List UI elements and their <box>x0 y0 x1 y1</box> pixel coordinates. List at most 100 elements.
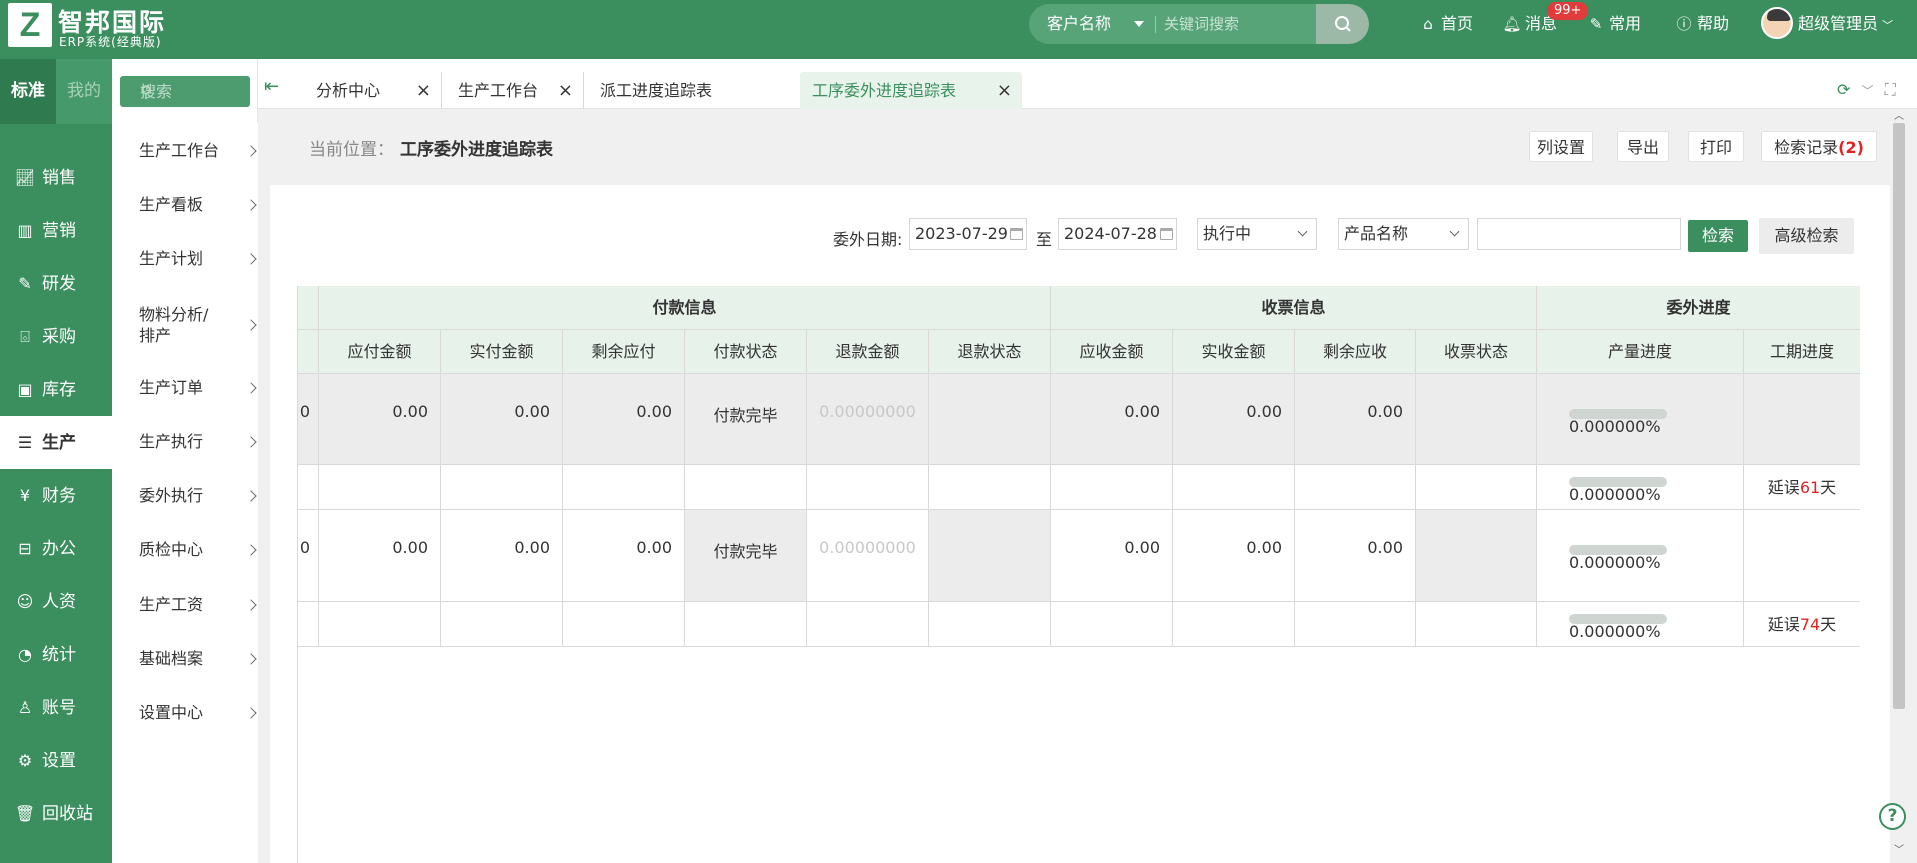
submenu-item[interactable]: 委外执行 <box>139 485 257 506</box>
avatar[interactable] <box>1761 7 1793 39</box>
col-header-paid[interactable]: 实付金额 <box>441 330 563 374</box>
briefcase-icon: ⊟ <box>18 539 32 558</box>
search-button[interactable] <box>1316 4 1369 44</box>
status-value: 执行中 <box>1203 224 1252 243</box>
scrollbar-thumb[interactable] <box>1893 123 1905 709</box>
chevron-down-icon[interactable]: ﹀ <box>1862 84 1874 98</box>
chevron-down-icon <box>1297 226 1308 237</box>
col-header-refund-amount[interactable]: 退款金额 <box>807 330 929 374</box>
sidebar-item-finance[interactable]: ¥ 财务 <box>0 469 112 522</box>
sidebar-item-purchase[interactable]: ⌺ 采购 <box>0 310 112 363</box>
field-select[interactable]: 产品名称 <box>1338 218 1469 250</box>
table-cell <box>563 465 685 510</box>
search-scope-select[interactable]: 客户名称 <box>1047 4 1111 44</box>
close-icon[interactable]: × <box>416 72 431 109</box>
to-label: 至 <box>1036 230 1053 249</box>
submenu-search[interactable]: ⚲ 搜索 <box>120 76 250 107</box>
chevron-down-icon[interactable] <box>1134 21 1144 27</box>
sidebar-item-office[interactable]: ⊟ 办公 <box>0 522 112 575</box>
submenu-item[interactable]: 生产订单 <box>139 377 257 398</box>
tab-production-workbench[interactable]: 生产工作台 × <box>442 72 584 109</box>
chevron-up-icon[interactable]: ︿ <box>1894 107 1904 122</box>
quantity-progress-cell: 0.000000% <box>1537 465 1744 510</box>
search-button[interactable]: 检索 <box>1688 220 1748 252</box>
fullscreen-icon[interactable]: ⛶ <box>1885 80 1896 99</box>
table-cell: 付款完毕 <box>685 510 807 602</box>
submenu-item[interactable]: 设置中心 <box>139 702 257 723</box>
table-cell <box>1416 374 1537 465</box>
sidebar-item-label: 财务 <box>42 486 76 506</box>
collapse-menu-icon[interactable]: ⇤ <box>264 76 279 97</box>
group-header-progress: 委外进度 <box>1537 286 1860 330</box>
home-icon: ⌂ <box>1423 15 1433 33</box>
home-link[interactable]: ⌂ 首页 <box>1418 0 1473 48</box>
col-header-remaining-payable[interactable]: 剩余应付 <box>563 330 685 374</box>
submenu-item[interactable]: 生产计划 <box>139 248 257 269</box>
sidebar-item-hr[interactable]: ☺ 人资 <box>0 575 112 628</box>
export-button[interactable]: 导出 <box>1617 131 1669 162</box>
submenu-item[interactable]: 生产看板 <box>139 194 257 215</box>
submenu-item[interactable]: 生产工作台 <box>139 140 257 161</box>
submenu-item-label: 生产看板 <box>139 195 204 214</box>
keyword-input[interactable] <box>1477 218 1681 250</box>
col-header-receivable[interactable]: 应收金额 <box>1051 330 1173 374</box>
table-cell <box>1051 465 1173 510</box>
close-icon[interactable]: × <box>558 72 573 109</box>
favorites-link[interactable]: ✎ 常用 <box>1586 0 1641 48</box>
sidebar-item-label: 营销 <box>42 221 76 241</box>
tab-label: 分析中心 <box>316 81 381 100</box>
submenu-item[interactable]: 基础档案 <box>139 648 257 669</box>
search-history-button[interactable]: 检索记录(2) <box>1761 131 1877 162</box>
close-icon[interactable]: × <box>997 72 1012 109</box>
submenu-item[interactable]: 生产执行 <box>139 431 257 452</box>
basket-icon: ⌺ <box>20 327 30 346</box>
submenu-item[interactable]: 生产工资 <box>139 594 257 615</box>
chevron-right-icon <box>245 489 257 502</box>
tab-standard[interactable]: 标准 <box>0 59 56 124</box>
col-header-schedule-progress[interactable]: 工期进度 <box>1744 330 1860 374</box>
print-button[interactable]: 打印 <box>1688 131 1744 162</box>
breadcrumb-prefix: 当前位置： <box>309 140 394 160</box>
col-header-refund-status[interactable]: 退款状态 <box>929 330 1051 374</box>
user-menu[interactable]: 超级管理员 ﹀ <box>1798 0 1893 48</box>
sidebar-item-marketing[interactable]: ▥ 营销 <box>0 204 112 257</box>
sidebar-item-recycle-bin[interactable]: 🗑︎ 回收站 <box>0 787 112 840</box>
chevron-down-icon[interactable]: ﹀ <box>1894 841 1904 856</box>
sidebar-item-account[interactable]: ♙ 账号 <box>0 681 112 734</box>
col-header-payment-status[interactable]: 付款状态 <box>685 330 807 374</box>
table-cell <box>929 374 1051 465</box>
sidebar-item-sales[interactable]: 📈︎ 销售 <box>0 151 112 204</box>
tab-bar: ⇤ 分析中心× 生产工作台× 派工进度追踪表 × 工序委外进度追踪表× <box>258 59 1917 109</box>
date-from-field[interactable]: 2023-07-29 <box>909 218 1027 250</box>
wrench-icon: ✎ <box>1589 15 1603 33</box>
advanced-search-button[interactable]: 高级检索 <box>1759 218 1854 254</box>
refresh-icon[interactable]: ⟳ <box>1837 80 1850 99</box>
tab-label: 工序委外进度追踪表 <box>812 81 957 100</box>
sidebar-item-stats[interactable]: ◔ 统计 <box>0 628 112 681</box>
tab-analysis-center[interactable]: 分析中心 × <box>302 72 442 109</box>
help-icon[interactable]: ? <box>1879 803 1906 830</box>
messages-badge: 99+ <box>1547 2 1589 20</box>
vertical-scrollbar[interactable]: ︿ ﹀ <box>1890 109 1908 863</box>
col-header-remaining-receivable[interactable]: 剩余应收 <box>1295 330 1416 374</box>
submenu-item[interactable]: 质检中心 <box>139 539 257 560</box>
help-link[interactable]: ⓘ 帮助 <box>1674 0 1729 48</box>
col-header-invoice-status[interactable]: 收票状态 <box>1416 330 1537 374</box>
column-settings-button[interactable]: 列设置 <box>1529 131 1593 162</box>
sidebar-item-settings[interactable]: ⚙ 设置 <box>0 734 112 787</box>
tab-mine[interactable]: 我的 <box>56 59 112 124</box>
status-select[interactable]: 执行中 <box>1197 218 1317 250</box>
submenu-item-label: 生产工资 <box>139 595 204 614</box>
logo[interactable]: Z 智邦国际 ERP系统(经典版) <box>8 3 178 49</box>
table-cell: 0.00 <box>563 374 685 465</box>
sidebar-item-inventory[interactable]: ▣ 库存 <box>0 363 112 416</box>
chart-icon: 📈︎ <box>14 168 36 187</box>
col-header-quantity-progress[interactable]: 产量进度 <box>1537 330 1744 374</box>
sidebar-item-rnd[interactable]: ✎ 研发 <box>0 257 112 310</box>
sidebar-item-production[interactable]: ☰ 生产 <box>0 416 112 469</box>
submenu-item[interactable]: 物料分析/排产 <box>139 304 257 346</box>
col-header-payable[interactable]: 应付金额 <box>319 330 441 374</box>
tab-outsourcing-tracking[interactable]: 工序委外进度追踪表 × <box>800 72 1022 109</box>
col-header-received[interactable]: 实收金额 <box>1173 330 1295 374</box>
date-to-field[interactable]: 2024-07-28 <box>1058 218 1177 250</box>
